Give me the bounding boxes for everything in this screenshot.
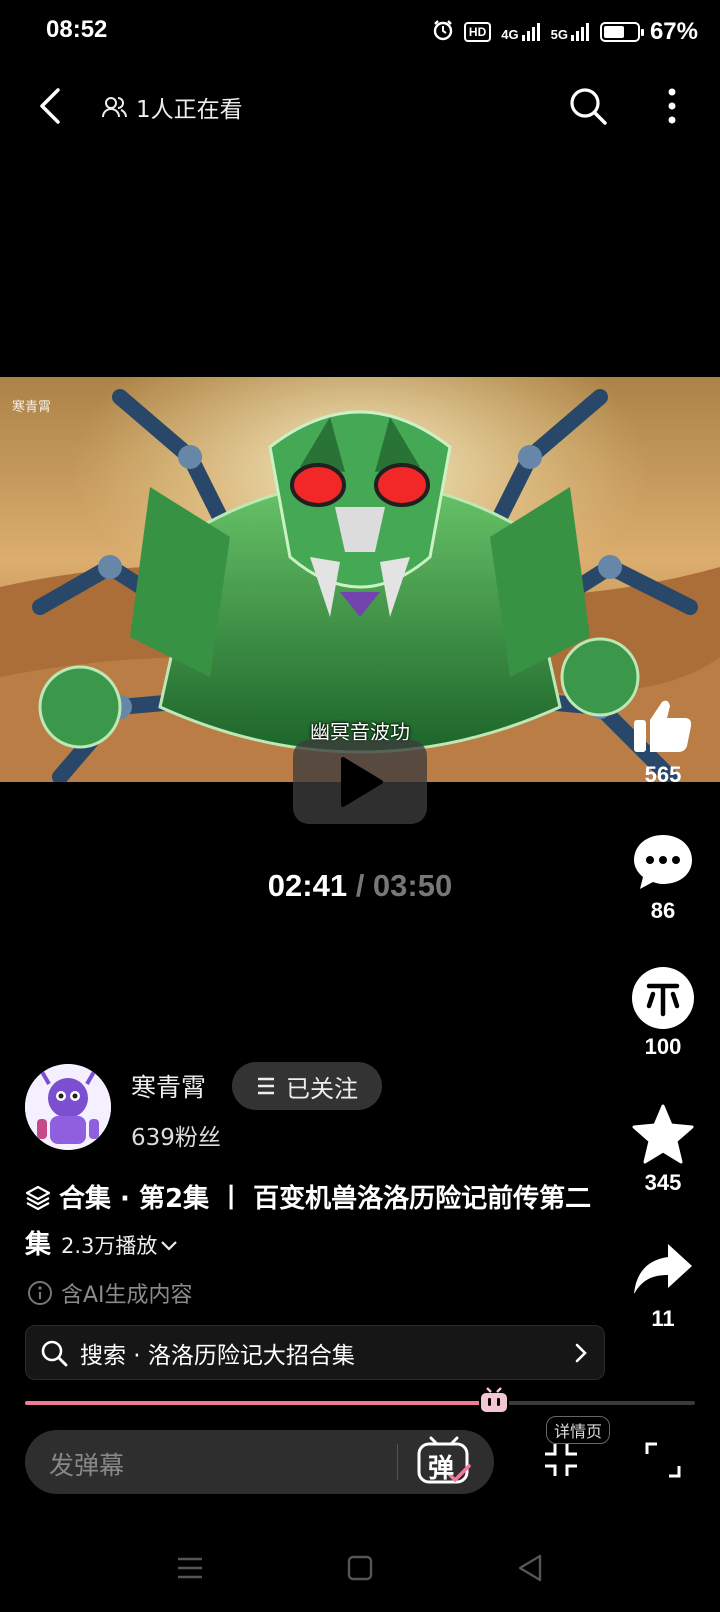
favorite-action[interactable]: 345: [628, 1102, 698, 1196]
top-nav: 1人正在看: [0, 72, 720, 142]
uploader-name[interactable]: 寒青霄: [131, 1068, 206, 1104]
like-count: 565: [644, 762, 682, 787]
watching-indicator: 1人正在看: [102, 90, 243, 124]
system-navigation-bar: [0, 1540, 720, 1600]
net-5g-label: 5G: [550, 27, 568, 42]
uploader-avatar[interactable]: [25, 1064, 111, 1150]
more-options-button[interactable]: [650, 84, 694, 128]
info-icon: [28, 1281, 52, 1305]
recent-apps-icon[interactable]: [170, 1548, 210, 1588]
fullscreen-icon: [645, 1442, 681, 1478]
signal-4g-icon: 4G: [501, 22, 540, 42]
menu-lines-icon: [258, 1077, 274, 1095]
related-search-label: 搜索 · 洛洛历险记大招合集: [80, 1342, 355, 1369]
alarm-icon: [432, 19, 454, 46]
net-4g-label: 4G: [501, 27, 519, 42]
progress-thumb[interactable]: [478, 1387, 510, 1415]
time-separator: /: [347, 868, 373, 903]
battery-fill: [603, 26, 625, 38]
more-vertical-icon: [668, 88, 676, 124]
chevron-right-icon: [575, 1343, 587, 1362]
danmaku-input[interactable]: 发弹幕 弹: [25, 1430, 494, 1494]
like-action[interactable]: 565: [628, 694, 698, 788]
play-count: 2.3万播放: [61, 1234, 158, 1258]
progress-fill: [25, 1401, 494, 1405]
fans-count: 639粉丝: [131, 1125, 221, 1151]
coin-action[interactable]: 100: [628, 966, 698, 1060]
fullscreen-button[interactable]: [643, 1440, 683, 1480]
watching-text: 1人正在看: [136, 97, 243, 123]
home-icon[interactable]: [340, 1548, 380, 1588]
status-icons: HD 4G 5G 67%: [432, 14, 698, 50]
video-title[interactable]: 合集 · 第2集 丨 百变机兽洛洛历险记前传第二集 2.3万播放: [25, 1176, 595, 1269]
back-button[interactable]: [30, 84, 74, 128]
coin-count: 100: [644, 1034, 682, 1059]
ai-note-text: 含AI生成内容: [61, 1283, 193, 1308]
battery-percent: 67%: [649, 18, 698, 45]
people-icon: [102, 97, 127, 118]
battery-icon: [599, 22, 644, 42]
tv-thumb-icon: [479, 1387, 509, 1414]
danmaku-toggle-button[interactable]: 弹: [415, 1436, 475, 1488]
search-icon: [41, 1340, 68, 1366]
thumbs-up-icon: [628, 694, 698, 758]
chevron-down-icon[interactable]: [159, 1239, 179, 1253]
share-icon: [628, 1238, 698, 1302]
share-count: 11: [651, 1306, 675, 1331]
video-watermark: 寒青霄: [12, 400, 52, 415]
coin-icon: [628, 966, 698, 1030]
play-button[interactable]: [293, 740, 427, 824]
follow-button[interactable]: 已关注: [232, 1062, 382, 1110]
collection-layers-icon: [25, 1185, 51, 1211]
status-bar: 08:52 HD 4G 5G 67%: [0, 0, 720, 66]
collapse-button[interactable]: [541, 1440, 581, 1480]
comment-icon: [628, 830, 698, 894]
danmaku-toggle-label: 弹: [428, 1454, 455, 1484]
status-time: 08:52: [46, 16, 108, 43]
current-time: 02:41: [267, 868, 348, 903]
favorite-count: 345: [644, 1170, 682, 1195]
follow-label: 已关注: [286, 1074, 358, 1103]
back-arrow-icon: [40, 88, 60, 124]
comment-count: 86: [650, 898, 676, 923]
share-action[interactable]: 11: [628, 1238, 698, 1332]
play-icon: [341, 757, 383, 807]
total-time: 03:50: [372, 868, 453, 903]
avatar-image: [25, 1064, 111, 1150]
star-icon: [628, 1102, 698, 1166]
collapse-icon: [545, 1444, 577, 1476]
related-search-bar[interactable]: 搜索 · 洛洛历险记大招合集: [25, 1325, 605, 1380]
progress-bar[interactable]: [25, 1387, 695, 1414]
hd-badge: HD: [463, 22, 492, 42]
danmaku-placeholder: 发弹幕: [49, 1451, 125, 1480]
ai-content-note: 含AI生成内容: [27, 1277, 193, 1309]
search-icon: [570, 88, 607, 125]
search-button[interactable]: [566, 84, 610, 128]
comment-action[interactable]: 86: [628, 830, 698, 924]
playback-time: 02:41 / 03:50: [0, 868, 720, 904]
danmaku-divider: [397, 1444, 398, 1480]
back-nav-icon[interactable]: [510, 1548, 550, 1588]
signal-5g-icon: 5G: [551, 22, 590, 42]
